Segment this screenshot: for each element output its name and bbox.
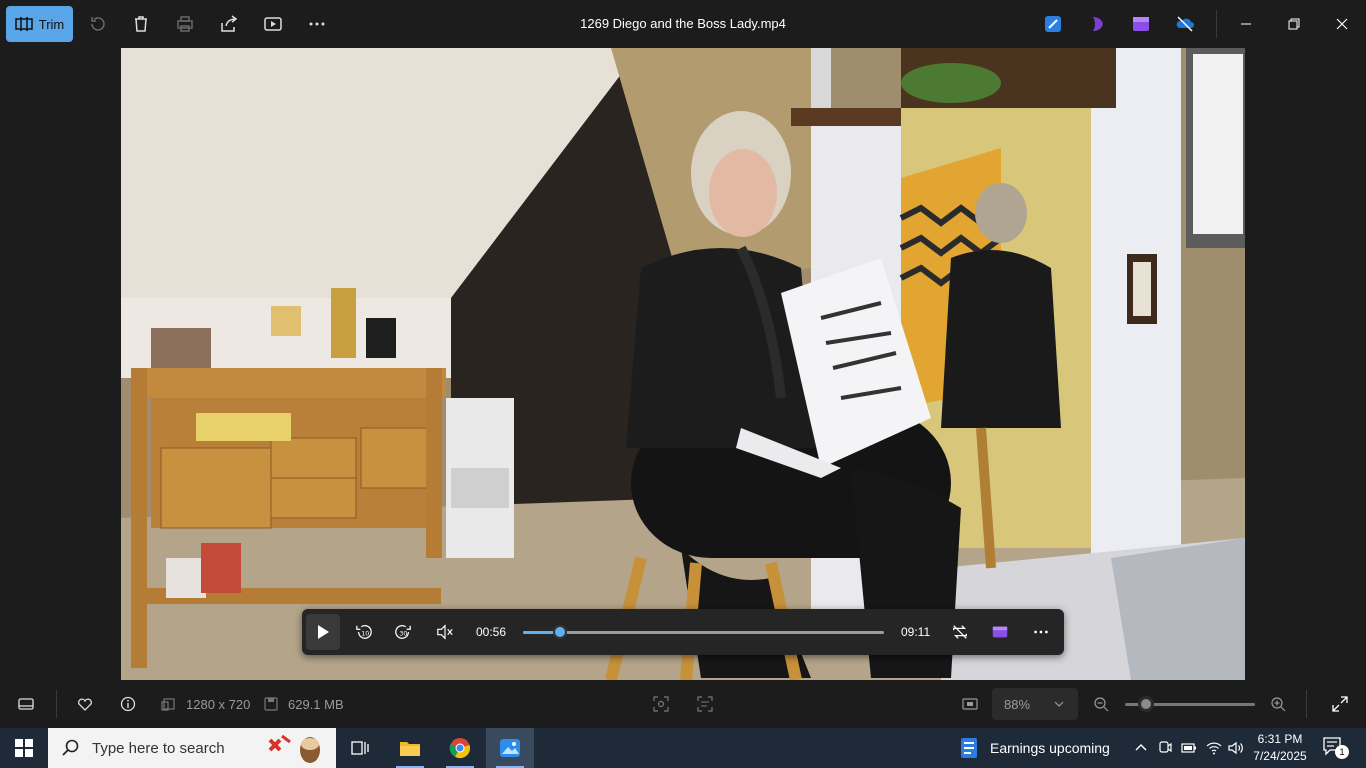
play-button[interactable] <box>306 614 340 650</box>
status-divider <box>1306 690 1307 718</box>
zoom-out-icon[interactable] <box>1092 695 1110 713</box>
wifi-icon[interactable] <box>1204 738 1224 758</box>
volume-muted-icon <box>437 624 453 640</box>
clipchamp-icon <box>992 626 1008 638</box>
top-toolbar: Trim 1269 Diego and the Boss Lady.mp4 <box>0 0 1366 48</box>
filmstrip-icon[interactable] <box>17 695 35 713</box>
clipchamp-edit-button[interactable] <box>988 620 1012 644</box>
resolution-icon <box>160 695 178 713</box>
repeat-off-icon <box>953 625 967 639</box>
task-view-icon <box>351 741 369 755</box>
minimize-button[interactable] <box>1234 12 1258 36</box>
clock-time: 6:31 PM <box>1257 732 1303 746</box>
copilot-app-icon[interactable] <box>1088 14 1108 34</box>
windows-taskbar: Type here to search Earnings upcoming 6:… <box>0 728 1366 768</box>
taskbar-search-box[interactable]: Type here to search <box>48 728 336 768</box>
photos-icon <box>500 739 520 757</box>
zoom-level-value: 88% <box>1004 697 1031 712</box>
trim-button[interactable]: Trim <box>6 6 73 42</box>
chevron-up-icon <box>1135 744 1147 751</box>
play-icon <box>318 625 329 639</box>
taskbar-news-widget[interactable]: Earnings upcoming <box>958 728 1110 768</box>
visual-search-icon[interactable] <box>652 695 670 713</box>
print-icon[interactable] <box>175 14 195 34</box>
favorite-icon[interactable] <box>76 695 94 713</box>
mute-button[interactable] <box>433 620 457 644</box>
windows-logo-icon <box>15 739 33 757</box>
designer-app-icon[interactable] <box>1043 14 1063 34</box>
clipchamp-app-icon[interactable] <box>1131 14 1151 34</box>
forward-30-icon: 30 <box>395 625 411 639</box>
video-still-image <box>121 48 1245 680</box>
info-icon[interactable] <box>119 695 137 713</box>
video-frame[interactable]: 10 30 00:56 09:11 <box>121 48 1245 680</box>
total-time: 09:11 <box>901 625 931 639</box>
repeat-button[interactable] <box>948 620 972 644</box>
task-view-button[interactable] <box>336 728 384 768</box>
notification-center-button[interactable]: 1 <box>1322 736 1349 760</box>
file-size-icon <box>262 695 280 713</box>
rotate-icon[interactable] <box>87 14 107 34</box>
zoom-level-dropdown[interactable]: 88% <box>992 688 1078 720</box>
onedrive-off-icon[interactable] <box>1175 14 1195 34</box>
media-controls: 10 30 00:56 09:11 <box>302 609 1064 655</box>
notification-count-badge: 1 <box>1335 745 1349 759</box>
rewind-10-button[interactable]: 10 <box>352 620 376 644</box>
trim-icon <box>14 17 33 31</box>
search-icon <box>62 739 79 756</box>
zoom-in-icon[interactable] <box>1269 695 1287 713</box>
volume-icon[interactable] <box>1226 738 1246 758</box>
svg-text:10: 10 <box>361 631 369 638</box>
file-title: 1269 Diego and the Boss Lady.mp4 <box>580 16 786 31</box>
zoom-slider-handle[interactable] <box>1137 696 1154 712</box>
status-bar: 1280 x 720 629.1 MB 88% <box>0 680 1366 728</box>
file-size-text: 629.1 MB <box>288 697 344 712</box>
forward-30-button[interactable]: 30 <box>391 620 415 644</box>
slideshow-icon[interactable] <box>263 14 283 34</box>
restore-button[interactable] <box>1282 12 1306 36</box>
trim-label: Trim <box>38 16 65 32</box>
clock-date: 7/24/2025 <box>1253 749 1307 763</box>
show-hidden-icons-button[interactable] <box>1131 738 1151 758</box>
rewind-10-icon: 10 <box>356 625 372 639</box>
player-more-button[interactable] <box>1029 620 1053 644</box>
stock-news-icon <box>961 738 977 758</box>
folder-icon <box>400 742 420 756</box>
toolbar-divider <box>1216 10 1217 38</box>
fullscreen-icon[interactable] <box>1331 695 1349 713</box>
more-options-icon[interactable] <box>307 14 327 34</box>
taskbar-photos[interactable] <box>486 728 534 768</box>
search-highlight-icon <box>268 734 320 763</box>
chevron-down-icon <box>1054 697 1064 712</box>
seek-bar[interactable] <box>523 625 884 639</box>
fit-to-window-icon[interactable] <box>961 695 979 713</box>
start-button[interactable] <box>0 728 48 768</box>
taskbar-clock[interactable]: 6:31 PM 7/24/2025 <box>1250 731 1310 765</box>
zoom-slider[interactable] <box>1125 696 1255 712</box>
taskbar-file-explorer[interactable] <box>386 728 434 768</box>
more-options-icon <box>1034 630 1048 634</box>
search-placeholder: Type here to search <box>92 739 225 757</box>
resolution-text: 1280 x 720 <box>186 697 251 712</box>
taskbar-chrome[interactable] <box>436 728 484 768</box>
current-time: 00:56 <box>476 625 507 639</box>
svg-text:30: 30 <box>399 631 407 638</box>
seek-handle[interactable] <box>552 625 567 639</box>
meet-now-icon[interactable] <box>1155 738 1175 758</box>
battery-icon[interactable] <box>1179 738 1199 758</box>
scan-text-icon[interactable] <box>696 695 714 713</box>
news-widget-text: Earnings upcoming <box>990 740 1110 756</box>
status-divider <box>56 690 57 718</box>
delete-icon[interactable] <box>131 14 151 34</box>
share-icon[interactable] <box>219 14 239 34</box>
chrome-icon <box>449 738 471 759</box>
close-button[interactable] <box>1330 12 1354 36</box>
